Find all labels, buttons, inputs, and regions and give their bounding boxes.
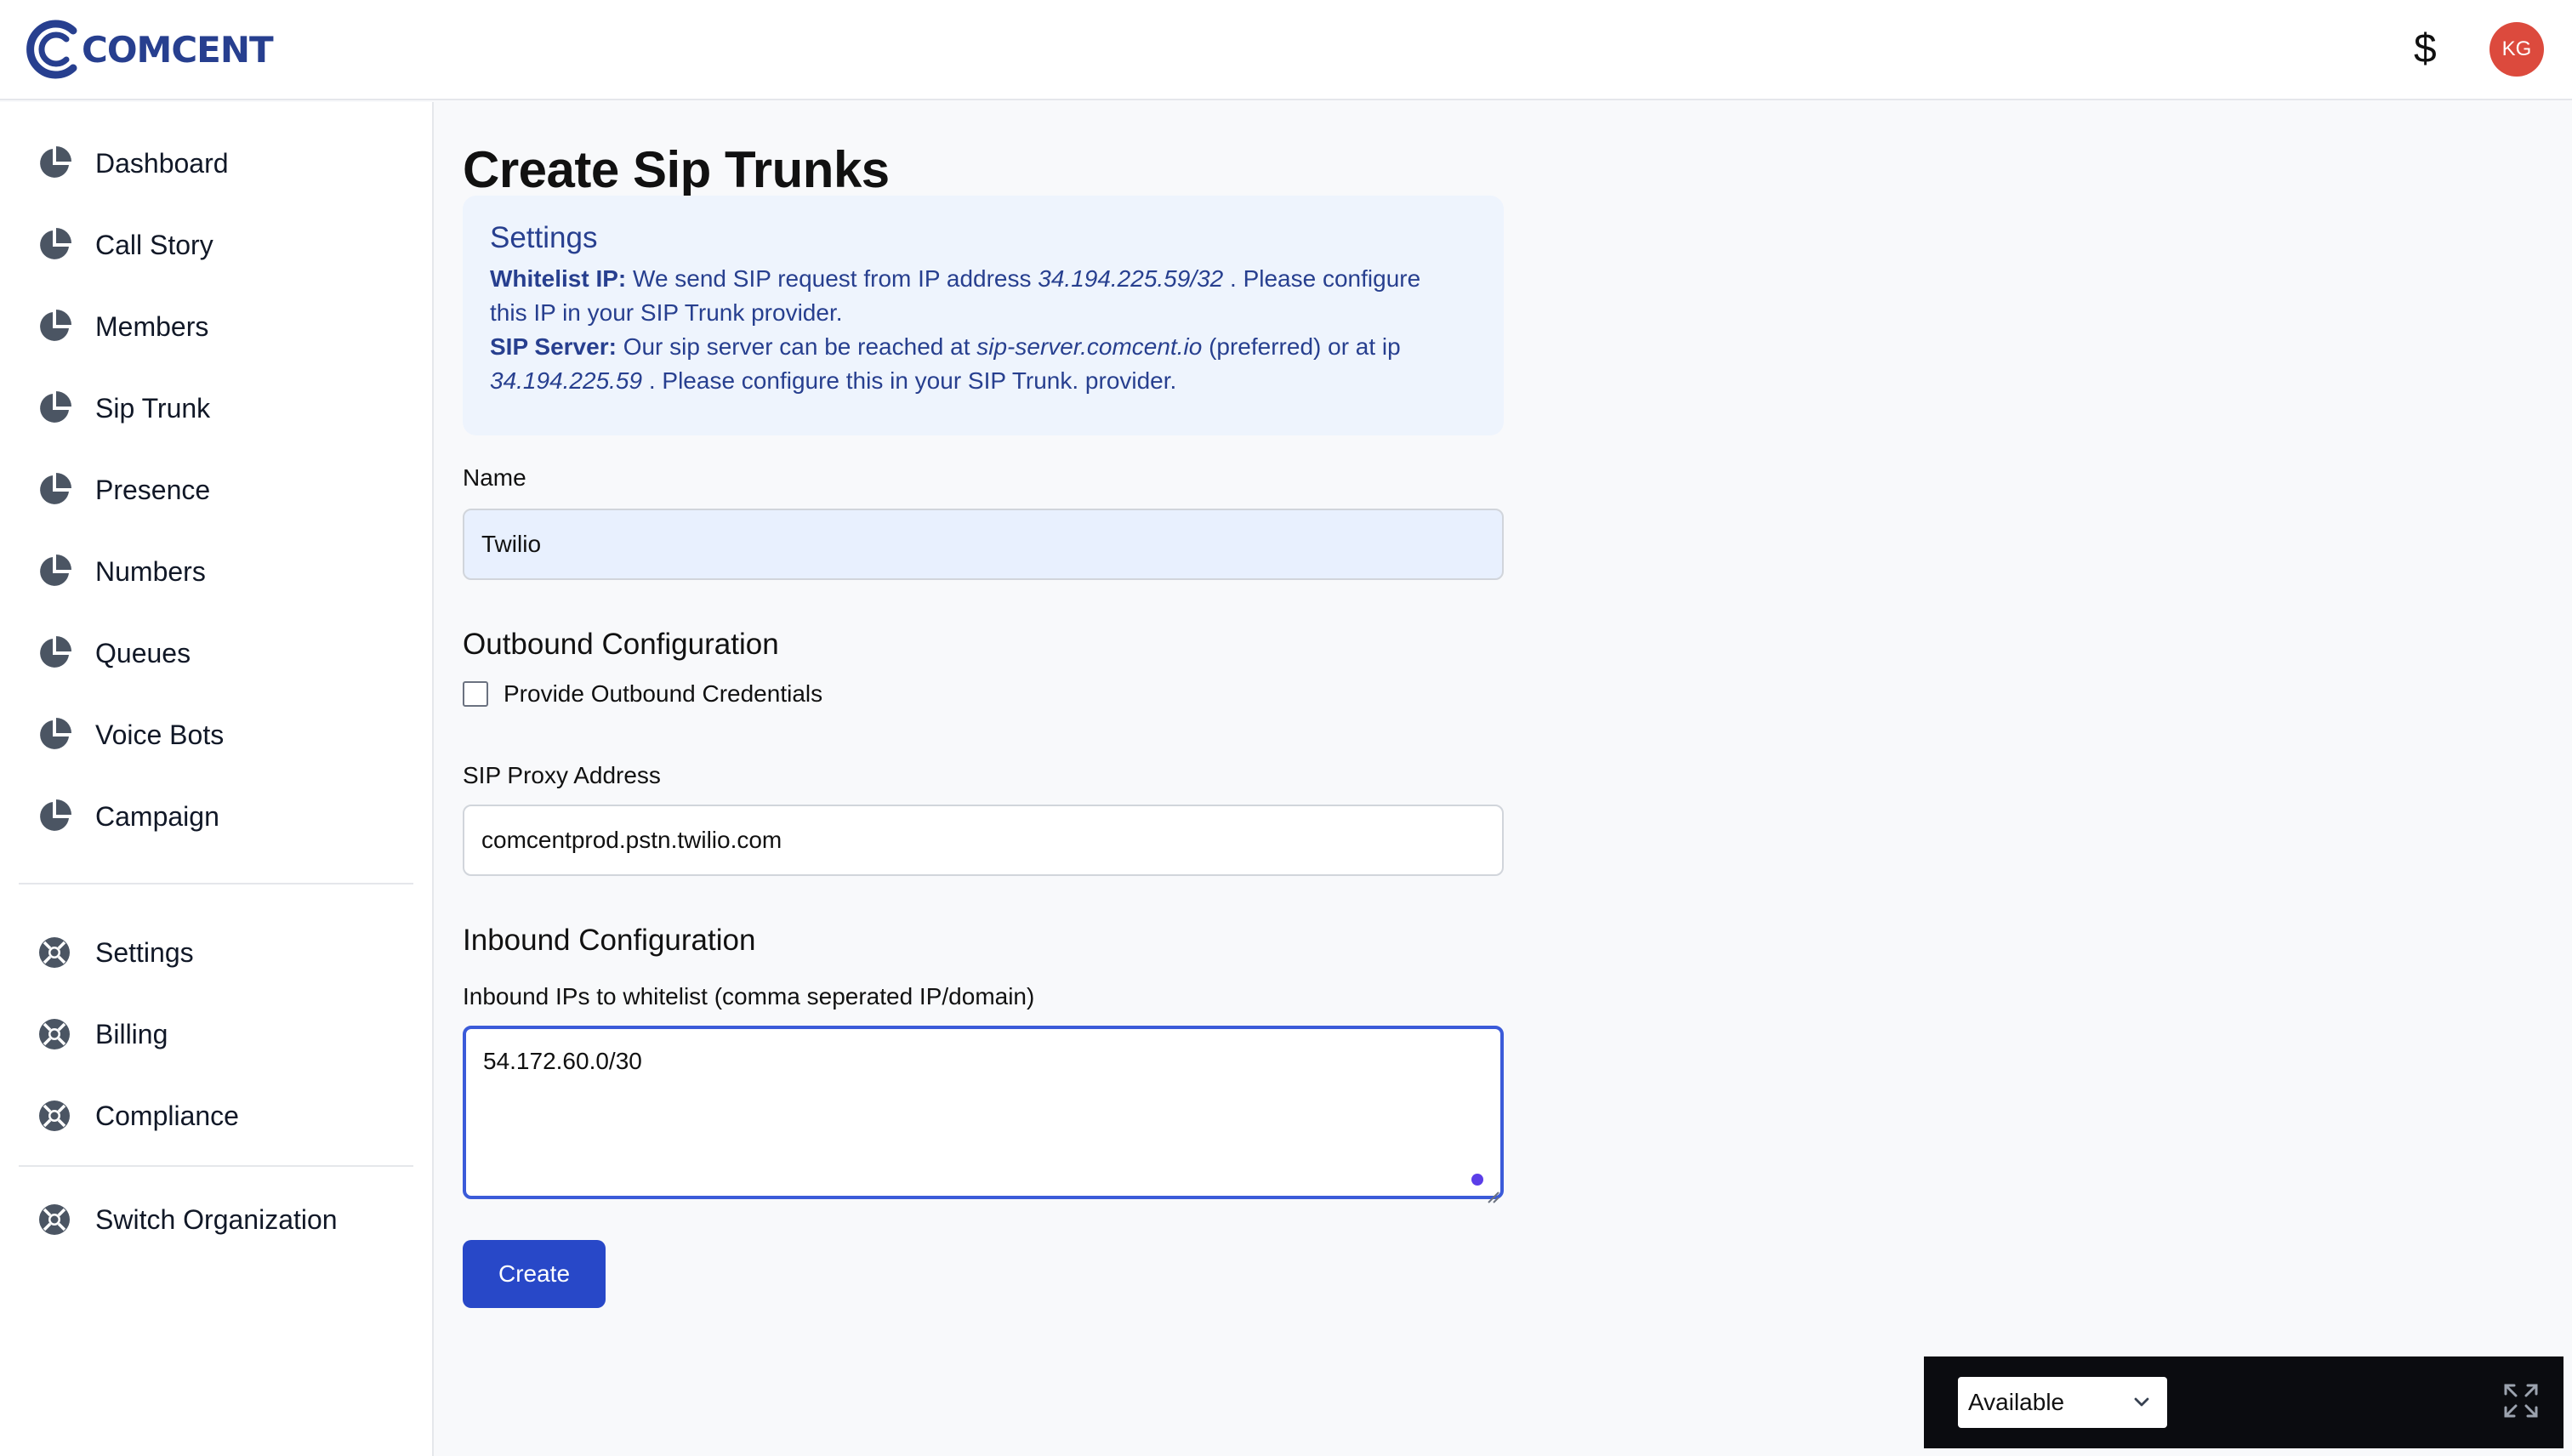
lifebuoy-icon bbox=[37, 1099, 71, 1133]
sip-proxy-input[interactable] bbox=[463, 805, 1504, 876]
outbound-credentials-checkbox[interactable] bbox=[463, 681, 488, 707]
top-bar: COMCENT $ KG bbox=[0, 0, 2572, 100]
whitelist-label: Whitelist IP: bbox=[490, 265, 627, 292]
sidebar-divider bbox=[19, 883, 413, 884]
logo-mark-icon bbox=[26, 20, 77, 79]
info-title: Settings bbox=[490, 221, 598, 254]
outbound-credentials-label: Provide Outbound Credentials bbox=[504, 680, 823, 707]
sidebar-item-members[interactable]: Members bbox=[37, 301, 208, 352]
sidebar-item-queues[interactable]: Queues bbox=[37, 628, 191, 679]
server-host: sip-server.comcent.io bbox=[976, 333, 1203, 360]
status-selected-value: Available bbox=[1968, 1389, 2065, 1415]
outbound-config-title: Outbound Configuration bbox=[463, 628, 779, 661]
pie-chart-icon bbox=[37, 473, 71, 507]
name-input[interactable] bbox=[463, 509, 1504, 580]
sidebar-item-settings[interactable]: Settings bbox=[37, 927, 194, 978]
inbound-config-title: Inbound Configuration bbox=[463, 924, 756, 957]
sidebar-item-sip-trunk[interactable]: Sip Trunk bbox=[37, 383, 210, 434]
sidebar-item-label: Voice Bots bbox=[95, 719, 225, 750]
pie-chart-icon bbox=[37, 391, 71, 425]
sidebar-divider bbox=[19, 1165, 413, 1167]
billing-dollar-icon[interactable]: $ bbox=[2414, 22, 2437, 77]
pie-chart-icon bbox=[37, 718, 71, 752]
lifebuoy-icon bbox=[37, 1017, 71, 1051]
pie-chart-icon bbox=[37, 310, 71, 344]
page-title: Create Sip Trunks bbox=[463, 141, 890, 198]
status-select[interactable]: Available bbox=[1958, 1377, 2167, 1428]
outbound-credentials-row[interactable]: Provide Outbound Credentials bbox=[463, 680, 822, 708]
server-text: (preferred) or at ip bbox=[1209, 333, 1401, 360]
create-button[interactable]: Create bbox=[463, 1240, 606, 1308]
sidebar-item-campaign[interactable]: Campaign bbox=[37, 791, 219, 842]
brand-name: COMCENT bbox=[82, 28, 274, 71]
whitelist-text: We send SIP request from IP address bbox=[633, 265, 1032, 292]
avatar[interactable]: KG bbox=[2489, 22, 2544, 77]
agent-status-bar: Available bbox=[1924, 1356, 2563, 1448]
resize-handle-icon[interactable] bbox=[1485, 1189, 1500, 1204]
sidebar-item-label: Queues bbox=[95, 637, 191, 668]
whitelist-info-cont: this IP in your SIP Trunk provider. bbox=[490, 299, 843, 326]
sidebar-item-billing[interactable]: Billing bbox=[37, 1009, 168, 1060]
whitelist-text: . Please configure bbox=[1230, 265, 1421, 292]
server-ip: 34.194.225.59 bbox=[490, 367, 643, 394]
sidebar-item-label: Billing bbox=[95, 1018, 168, 1049]
sidebar-item-label: Members bbox=[95, 310, 209, 342]
chevron-down-icon bbox=[2134, 1397, 2149, 1407]
sidebar: Dashboard Call Story Members Sip Trunk P… bbox=[0, 102, 434, 1456]
grammar-indicator-icon[interactable] bbox=[1471, 1174, 1483, 1186]
server-text: Our sip server can be reached at bbox=[623, 333, 970, 360]
sidebar-item-numbers[interactable]: Numbers bbox=[37, 546, 206, 597]
sidebar-item-label: Numbers bbox=[95, 555, 206, 587]
pie-chart-icon bbox=[37, 799, 71, 833]
sidebar-item-label: Dashboard bbox=[95, 147, 229, 179]
settings-info-box: Settings Whitelist IP: We send SIP reque… bbox=[463, 196, 1504, 435]
sidebar-item-presence[interactable]: Presence bbox=[37, 464, 210, 515]
sidebar-item-switch-organization[interactable]: Switch Organization bbox=[37, 1194, 338, 1245]
sidebar-item-compliance[interactable]: Compliance bbox=[37, 1090, 239, 1141]
lifebuoy-icon bbox=[37, 936, 71, 970]
sidebar-item-label: Compliance bbox=[95, 1100, 239, 1131]
pie-chart-icon bbox=[37, 228, 71, 262]
whitelist-ip: 34.194.225.59/32 bbox=[1038, 265, 1224, 292]
server-info-cont: 34.194.225.59 . Please configure this in… bbox=[490, 364, 1477, 398]
sidebar-item-dashboard[interactable]: Dashboard bbox=[37, 138, 229, 189]
pie-chart-icon bbox=[37, 555, 71, 589]
pie-chart-icon bbox=[37, 146, 71, 180]
whitelist-info: Whitelist IP: We send SIP request from I… bbox=[490, 262, 1477, 296]
inbound-ips-textarea[interactable]: 54.172.60.0/30 bbox=[463, 1026, 1504, 1199]
server-info: SIP Server: Our sip server can be reache… bbox=[490, 330, 1477, 364]
sidebar-item-label: Campaign bbox=[95, 800, 219, 832]
sidebar-item-call-story[interactable]: Call Story bbox=[37, 219, 213, 270]
sip-proxy-label: SIP Proxy Address bbox=[463, 762, 661, 788]
sidebar-item-label: Presence bbox=[95, 474, 211, 505]
server-text: . Please configure this in your SIP Trun… bbox=[648, 367, 1177, 394]
name-label: Name bbox=[463, 464, 526, 491]
lifebuoy-icon bbox=[37, 1203, 71, 1237]
comcent-logo[interactable]: COMCENT bbox=[26, 19, 274, 80]
server-label: SIP Server: bbox=[490, 333, 617, 360]
sidebar-item-label: Settings bbox=[95, 936, 194, 968]
sidebar-item-label: Sip Trunk bbox=[95, 392, 211, 424]
sidebar-item-label: Call Story bbox=[95, 229, 213, 260]
inbound-ips-label: Inbound IPs to whitelist (comma seperate… bbox=[463, 983, 1035, 1010]
expand-icon[interactable] bbox=[2502, 1382, 2540, 1419]
pie-chart-icon bbox=[37, 636, 71, 670]
sidebar-item-voice-bots[interactable]: Voice Bots bbox=[37, 709, 224, 760]
sidebar-item-label: Switch Organization bbox=[95, 1203, 338, 1235]
